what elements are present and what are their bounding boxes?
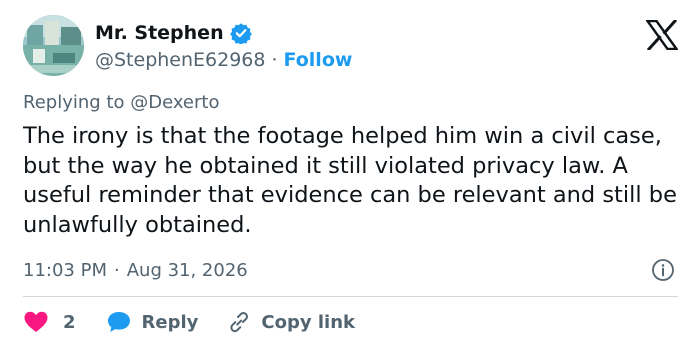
tweet-date: Aug 31, 2026 [126, 259, 248, 281]
action-bar: 2 Reply Copy link [23, 308, 355, 336]
author-handle[interactable]: @StephenE62968 [95, 49, 265, 71]
replying-to: Replying to @Dexerto [23, 92, 219, 113]
verified-badge-icon [229, 23, 252, 44]
replying-to-prefix: Replying to [23, 92, 131, 113]
tweet-time: 11:03 PM [23, 259, 107, 281]
replying-to-handle[interactable]: @Dexerto [130, 92, 219, 113]
info-icon[interactable] [651, 258, 675, 282]
author-display-name[interactable]: Mr. Stephen [95, 22, 224, 44]
follow-button[interactable]: Follow [284, 49, 353, 71]
x-logo-icon[interactable] [646, 20, 678, 50]
tweet-text: The irony is that the footage helped him… [23, 123, 677, 238]
tweet-timestamp[interactable]: 11:03 PM · Aug 31, 2026 [23, 258, 248, 282]
reply-bubble-icon [107, 312, 130, 332]
avatar-image [23, 15, 84, 76]
divider [23, 296, 678, 297]
timestamp-separator: · [113, 259, 120, 281]
handle-separator: · [271, 49, 278, 71]
copy-link-button[interactable]: Copy link [226, 310, 355, 334]
avatar[interactable] [23, 15, 84, 76]
reply-button[interactable]: Reply [106, 310, 199, 334]
link-icon [230, 312, 249, 333]
heart-icon [24, 311, 48, 332]
reply-label: Reply [141, 311, 199, 333]
copy-link-label: Copy link [261, 311, 355, 333]
like-button[interactable]: 2 [23, 310, 76, 334]
tweet-card: Mr. Stephen @StephenE62968 · Follow Repl… [0, 0, 700, 348]
like-count: 2 [63, 311, 76, 333]
